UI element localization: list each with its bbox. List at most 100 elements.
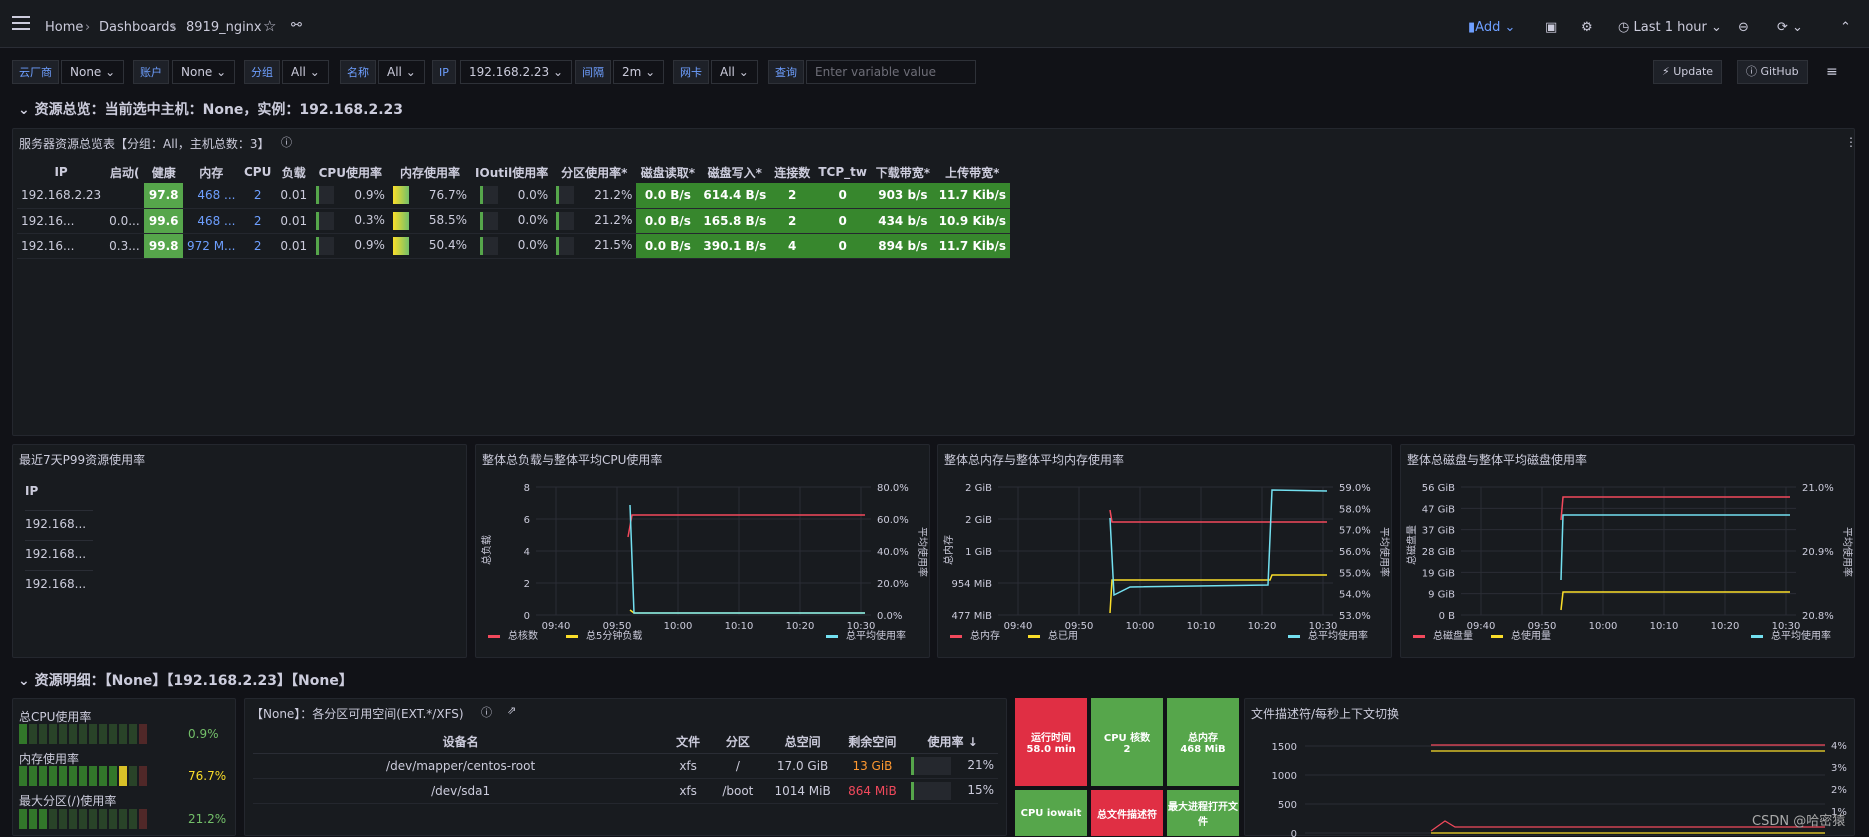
column-header[interactable]: 分区	[708, 731, 768, 754]
column-header[interactable]: IOutil使用率	[471, 161, 552, 183]
info-icon[interactable]: ⓘ	[281, 134, 292, 150]
breadcrumb-sep-icon: ›	[85, 20, 91, 35]
info-icon[interactable]: ⓘ	[481, 704, 492, 720]
menu-icon[interactable]	[12, 16, 30, 30]
refresh-icon[interactable]: ⟳ ⌄	[1777, 15, 1803, 41]
save-icon[interactable]: ▣	[1545, 15, 1557, 41]
table-cell: 390.1 B/s	[699, 233, 771, 259]
table-row[interactable]: 192.16... 0.0... 99.6 468 ... 2 0.01 0.3% 58.5%…	[17, 208, 1010, 234]
column-header[interactable]: 总空间	[767, 731, 838, 754]
zoom-out-icon[interactable]: ⊖	[1738, 15, 1749, 41]
mini-value: 21.2%	[188, 812, 227, 826]
x-tick-label: 10:20	[1248, 621, 1277, 632]
share-icon[interactable]: ⚯	[291, 18, 302, 33]
table-cell: 0.01	[275, 233, 312, 259]
column-header[interactable]: 健康	[144, 161, 183, 183]
github-button[interactable]: ⓘ GitHub	[1737, 60, 1808, 84]
y2-tick-label: 40.0%	[877, 547, 909, 558]
series-line	[1109, 574, 1327, 614]
table-cell[interactable]: 192.16...	[17, 233, 106, 259]
y-tick-label: 1 GiB	[965, 547, 992, 558]
column-header[interactable]: 连接数	[770, 161, 814, 183]
table-cell[interactable]: 192.168.2.23	[17, 183, 106, 209]
table-cell: 0	[814, 183, 872, 209]
column-header[interactable]: 负载	[276, 161, 312, 183]
table-cell: 0.9%	[311, 233, 389, 259]
column-header[interactable]: CPU使用率	[312, 161, 389, 183]
column-header[interactable]: TCP_tw	[814, 161, 871, 183]
var-select[interactable]: None ⌄	[61, 60, 125, 84]
tile-value: 468 MiB	[1180, 744, 1226, 755]
var-select[interactable]: All ⌄	[378, 60, 425, 84]
breadcrumb-dashboards[interactable]: Dashboards	[99, 20, 176, 35]
external-link-icon[interactable]: ⇗	[507, 704, 516, 717]
y-tick-label: 56 GiB	[1422, 483, 1455, 494]
star-icon[interactable]: ☆	[263, 17, 276, 35]
var-select[interactable]: All ⌄	[282, 60, 329, 84]
table-cell: 21.2%	[552, 208, 637, 234]
column-header[interactable]: 使用率 ↓	[907, 731, 998, 754]
row-title-overview[interactable]: ⌄ 资源总览：当前选中主机：None，实例：192.168.2.23	[18, 99, 403, 119]
panel-menu-icon[interactable]: ⋮	[1845, 135, 1857, 149]
y2-tick-label: 4%	[1831, 741, 1847, 752]
table-cell[interactable]: 2	[239, 233, 276, 259]
table-row[interactable]: 192.16... 0.3... 99.8 972 M... 2 0.01 0.9% 50.4…	[17, 233, 1010, 259]
column-header[interactable]: 剩余空间	[837, 731, 908, 754]
collapse-icon[interactable]: ⌃	[1840, 15, 1851, 41]
table-cell[interactable]: 192.16...	[17, 208, 106, 234]
p99-panel: 最近7天P99资源使用率 IP 192.168... 192.168... 19…	[12, 444, 467, 658]
x-tick-label: 10:00	[664, 621, 693, 632]
column-header[interactable]: 上传带宽*	[935, 161, 1010, 183]
column-header[interactable]: 文件	[668, 731, 709, 754]
load-cpu-chart-panel: 整体总负载与整体平均CPU使用率 0 2 4 6 8 0.0% 20.0% 40.0% 60.0%…	[475, 444, 930, 658]
var-select[interactable]: 2m ⌄	[613, 60, 665, 84]
y-axis-label: 总内存	[942, 535, 955, 565]
y-tick-label: 4	[524, 547, 530, 558]
column-header[interactable]: 内存	[183, 161, 240, 183]
y2-tick-label: 20.8%	[1802, 611, 1834, 622]
table-cell[interactable]: 2	[239, 208, 276, 234]
table-cell[interactable]: 468 ...	[182, 183, 240, 209]
query-input[interactable]: Enter variable value	[806, 60, 976, 84]
y-axis-label: 总负载	[480, 535, 493, 565]
mini-label: 最大分区(/)使用率	[19, 794, 117, 808]
table-row: /dev/sda1 xfs/boot 1014 MiB 864 MiB 15%	[253, 778, 998, 804]
gauge-icon	[479, 211, 498, 230]
column-header[interactable]: 启动(	[105, 161, 144, 183]
y2-tick-label: 60.0%	[877, 515, 909, 526]
menu-icon[interactable]: ≡	[1826, 64, 1838, 80]
column-header[interactable]: 下载带宽*	[871, 161, 935, 183]
table-row[interactable]: 192.168.2.23 97.8 468 ... 2 0.01 0.9% 76.7% 0.0…	[17, 183, 1010, 209]
var-select[interactable]: 192.168.2.23 ⌄	[460, 60, 573, 84]
add-button[interactable]: ▮Add ⌄	[1468, 15, 1515, 41]
time-picker[interactable]: ◷ Last 1 hour ⌄	[1618, 15, 1722, 41]
column-header[interactable]: 磁盘写入*	[699, 161, 770, 183]
gear-icon[interactable]: ⚙	[1581, 15, 1593, 41]
disk-chart-panel: 整体总磁盘与整体平均磁盘使用率 0 B 9 GiB 19 GiB 28 GiB 37 Gi…	[1400, 444, 1855, 658]
panel-title: 整体总磁盘与整体平均磁盘使用率	[1407, 453, 1588, 467]
table-cell[interactable]: 2	[239, 183, 276, 209]
table-cell: 0	[814, 233, 872, 259]
column-header[interactable]: 磁盘读取*	[636, 161, 699, 183]
y-tick-label: 2 GiB	[965, 515, 992, 526]
tile-label: CPU iowait	[1020, 807, 1082, 819]
gauge-icon	[316, 186, 335, 205]
table-cell[interactable]: 468 ...	[182, 208, 240, 234]
gauge-icon	[479, 236, 498, 255]
breadcrumb-home[interactable]: Home	[45, 20, 83, 35]
column-header[interactable]: CPU	[239, 161, 275, 183]
table-cell[interactable]: 972 M...	[182, 233, 240, 259]
column-header[interactable]: IP	[17, 161, 105, 183]
list-item: 192.168...	[25, 510, 93, 531]
column-header[interactable]: 分区使用率*	[552, 161, 636, 183]
legend-label: 总使用量	[1511, 629, 1551, 642]
var-select[interactable]: None ⌄	[172, 60, 236, 84]
stat-tile: 运行时间 58.0 min	[1015, 698, 1087, 786]
column-header[interactable]: 设备名	[253, 731, 669, 754]
update-button[interactable]: ⚡ Update	[1653, 60, 1723, 84]
var-select[interactable]: All ⌄	[711, 60, 758, 84]
x-tick-label: 10:10	[1187, 621, 1216, 632]
table-cell: 4	[770, 233, 815, 259]
row-title-detail[interactable]: ⌄ 资源明细：【None】【192.168.2.23】【None】	[18, 670, 353, 690]
column-header[interactable]: 内存使用率	[389, 161, 471, 183]
